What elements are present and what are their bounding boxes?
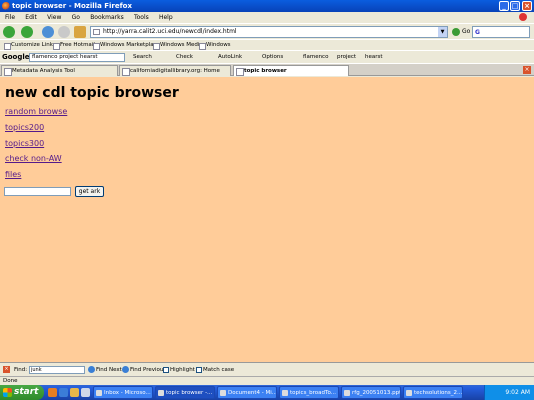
link-files[interactable]: files — [5, 170, 21, 179]
quicklaunch-outlook-icon[interactable] — [70, 388, 79, 397]
close-tab-icon[interactable]: × — [523, 66, 531, 74]
maximize-button[interactable]: □ — [510, 1, 520, 11]
arrow-down-icon — [88, 366, 95, 373]
windows-taskbar: start Inbox - Microso... topic browser -… — [0, 385, 534, 400]
link-topics300[interactable]: topics300 — [5, 139, 44, 148]
arrow-up-icon — [122, 366, 129, 373]
link-topics200[interactable]: topics200 — [5, 123, 44, 132]
quicklaunch-ie-icon[interactable] — [59, 388, 68, 397]
menu-file[interactable]: File — [5, 14, 15, 21]
get-ark-button[interactable]: get ark — [75, 186, 104, 197]
find-previous-button[interactable]: Find Previous — [122, 363, 166, 377]
quicklaunch-firefox-icon[interactable] — [48, 388, 57, 397]
highlight-button[interactable]: Highlight — [163, 363, 195, 377]
bookmarks-bar: Customize Links Free Hotmail Windows Mar… — [0, 39, 534, 50]
windows-logo-icon — [3, 388, 12, 397]
google-toolbar: Google flamenco project hearst Search Ch… — [0, 50, 534, 63]
task-inbox[interactable]: Inbox - Microso... — [93, 386, 153, 399]
match-case-checkbox[interactable]: Match case — [196, 363, 234, 377]
stop-icon[interactable] — [58, 26, 70, 38]
menu-bookmarks[interactable]: Bookmarks — [90, 14, 124, 21]
task-rfg-ppt[interactable]: rfg_20051013.ppt — [341, 386, 401, 399]
menu-go[interactable]: Go — [72, 14, 80, 21]
page-heading: new cdl topic browser — [5, 85, 179, 101]
navigation-toolbar: http://yarra.calit2.uci.edu/newcdl/index… — [0, 23, 534, 39]
go-icon — [452, 27, 460, 36]
window-title: topic browser - Mozilla Firefox — [12, 2, 132, 10]
task-topic-browser[interactable]: topic browser -... — [155, 386, 215, 399]
task-topics-broad[interactable]: topics_broadTo... — [279, 386, 339, 399]
ark-input[interactable] — [4, 187, 71, 196]
find-next-button[interactable]: Find Next — [88, 363, 122, 377]
minimize-button[interactable]: _ — [499, 1, 509, 11]
link-check-non-aw[interactable]: check non-AW — [5, 154, 62, 163]
find-input[interactable]: junk — [29, 366, 85, 374]
clock[interactable]: 9:02 AM — [505, 389, 530, 396]
tab-metadata-analysis-tool[interactable]: Metadata Analysis Tool — [1, 65, 118, 76]
find-bar: × Find: junk Find Next Find Previous Hig… — [0, 362, 534, 376]
back-icon[interactable] — [3, 26, 15, 38]
window-titlebar: topic browser - Mozilla Firefox _ □ × — [0, 0, 534, 12]
page-icon — [93, 29, 100, 35]
system-tray: 9:02 AM — [484, 385, 534, 400]
start-button[interactable]: start — [0, 385, 44, 400]
menu-edit[interactable]: Edit — [25, 14, 37, 21]
quicklaunch-desktop-icon[interactable] — [81, 388, 90, 397]
status-bar: Done — [0, 376, 534, 385]
tab-bar: Metadata Analysis Tool californiadigital… — [0, 63, 534, 76]
home-icon[interactable] — [74, 26, 86, 38]
google-search-input[interactable]: flamenco project hearst — [29, 53, 125, 62]
throbber-icon — [519, 13, 527, 21]
menu-view[interactable]: View — [47, 14, 61, 21]
menu-help[interactable]: Help — [159, 14, 173, 21]
link-random-browse[interactable]: random browse — [5, 107, 67, 116]
forward-icon[interactable] — [21, 26, 33, 38]
find-label: Find: — [14, 367, 28, 373]
close-find-icon[interactable]: × — [3, 366, 10, 373]
checkbox-icon — [196, 366, 202, 373]
page-content: new cdl topic browser random browse topi… — [0, 77, 534, 362]
task-document4[interactable]: Document4 - Mi... — [217, 386, 277, 399]
go-button[interactable]: Go — [452, 27, 470, 37]
menu-bar: File Edit View Go Bookmarks Tools Help — [0, 12, 534, 23]
highlight-icon — [163, 366, 169, 373]
search-input[interactable]: G — [472, 26, 530, 38]
reload-icon[interactable] — [42, 26, 54, 38]
menu-tools[interactable]: Tools — [134, 14, 149, 21]
chevron-down-icon[interactable]: ▼ — [438, 27, 447, 37]
task-techsolutions[interactable]: techsolutions_2... — [403, 386, 463, 399]
address-bar[interactable]: http://yarra.calit2.uci.edu/newcdl/index… — [90, 26, 448, 38]
address-url: http://yarra.calit2.uci.edu/newcdl/index… — [103, 28, 237, 35]
firefox-icon — [2, 2, 10, 10]
tab-topic-browser[interactable]: topic browser — [233, 65, 349, 76]
close-window-button[interactable]: × — [522, 1, 532, 11]
google-icon: G — [475, 29, 480, 36]
tab-california-digital-library[interactable]: californiadigitallibrary.org: Home — [119, 65, 231, 76]
